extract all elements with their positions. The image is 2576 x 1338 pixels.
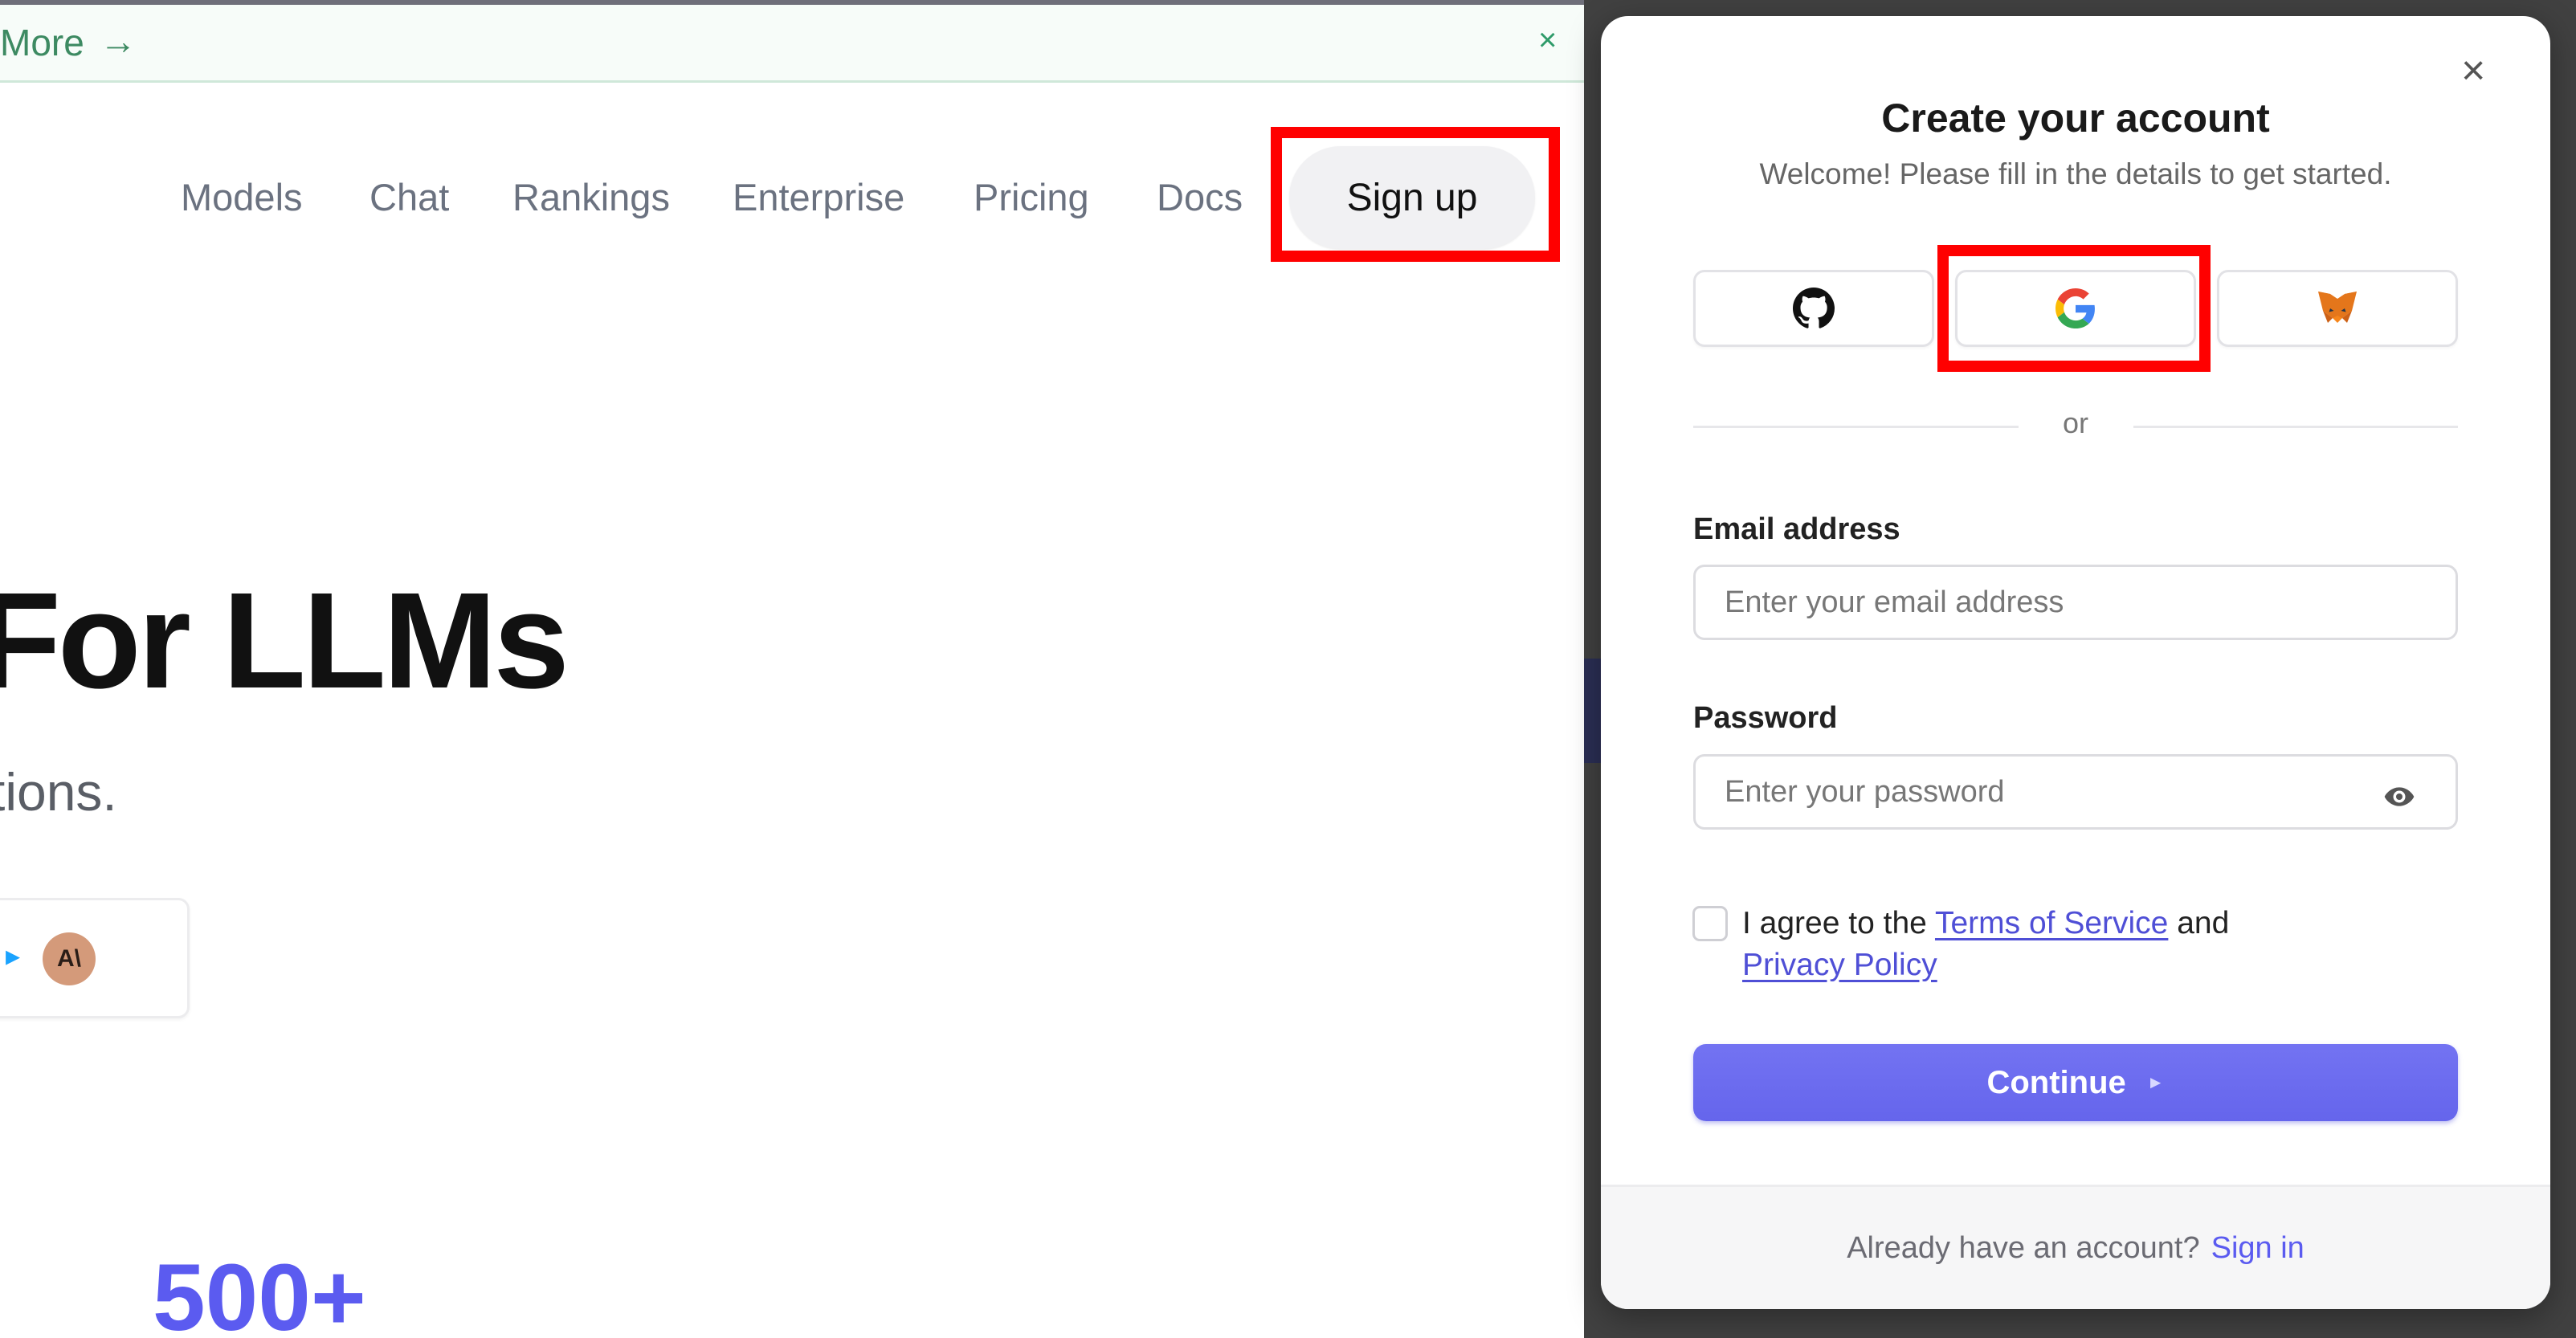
modal-footer: Already have an account? Sign in — [1601, 1185, 2550, 1309]
footer-text: Already have an account? — [1847, 1230, 2200, 1265]
github-icon — [1793, 288, 1835, 328]
banner-more-link[interactable]: More — [0, 21, 84, 64]
password-input[interactable] — [1693, 754, 2458, 830]
nav-docs[interactable]: Docs — [1157, 175, 1243, 219]
terms-prefix: I agree to the — [1742, 906, 1935, 940]
anthropic-logo-icon: A\ — [43, 932, 96, 985]
nav-pricing[interactable]: Pricing — [974, 175, 1089, 219]
stat-number: 500+ — [153, 1245, 366, 1338]
password-label: Password — [1693, 701, 1838, 735]
caret-right-icon: ► — [2146, 1072, 2165, 1092]
announcement-banner: More → × — [0, 5, 1584, 83]
terms-and: and — [2168, 906, 2230, 940]
email-input[interactable] — [1693, 565, 2458, 640]
terms-checkbox[interactable] — [1692, 906, 1728, 941]
nav-rankings[interactable]: Rankings — [512, 175, 670, 219]
continue-button[interactable]: Continue ► — [1693, 1044, 2458, 1121]
github-button[interactable] — [1693, 270, 1934, 347]
background-site: More → × Models Chat Rankings Enterprise… — [0, 0, 1584, 1338]
metamask-icon — [2318, 292, 2357, 323]
highlight-box-google — [1937, 245, 2211, 372]
nav-enterprise[interactable]: Enterprise — [733, 175, 904, 219]
hero-subtitle: tions. — [0, 762, 117, 822]
hero-title: For LLMs — [0, 565, 569, 717]
email-label: Email address — [1693, 512, 1900, 546]
banner-close-icon[interactable]: × — [1538, 22, 1557, 59]
eye-icon[interactable] — [2383, 781, 2415, 813]
nav-models[interactable]: Models — [181, 175, 303, 219]
modal-title: Create your account — [1881, 96, 2270, 141]
metamask-button[interactable] — [2217, 270, 2458, 347]
terms-of-service-link[interactable]: Terms of Service — [1935, 906, 2168, 940]
arrow-right-icon: → — [100, 20, 137, 62]
backdrop-shape — [1584, 659, 1602, 763]
privacy-policy-link[interactable]: Privacy Policy — [1742, 948, 1937, 982]
close-icon[interactable]: × — [2461, 50, 2485, 92]
nav-chat[interactable]: Chat — [369, 175, 449, 219]
highlight-box-signup — [1271, 127, 1560, 262]
sign-in-link[interactable]: Sign in — [2211, 1231, 2305, 1266]
model-card[interactable]: ▸ A\ — [0, 898, 190, 1018]
continue-label: Continue — [1986, 1064, 2126, 1100]
signup-modal: × Create your account Welcome! Please fi… — [1601, 16, 2550, 1309]
modal-subtitle: Welcome! Please fill in the details to g… — [1759, 157, 2392, 190]
arrow-icon: ▸ — [6, 939, 21, 972]
divider-or: or — [2062, 406, 2088, 439]
terms-text: I agree to the Terms of Service and Priv… — [1742, 903, 2229, 986]
